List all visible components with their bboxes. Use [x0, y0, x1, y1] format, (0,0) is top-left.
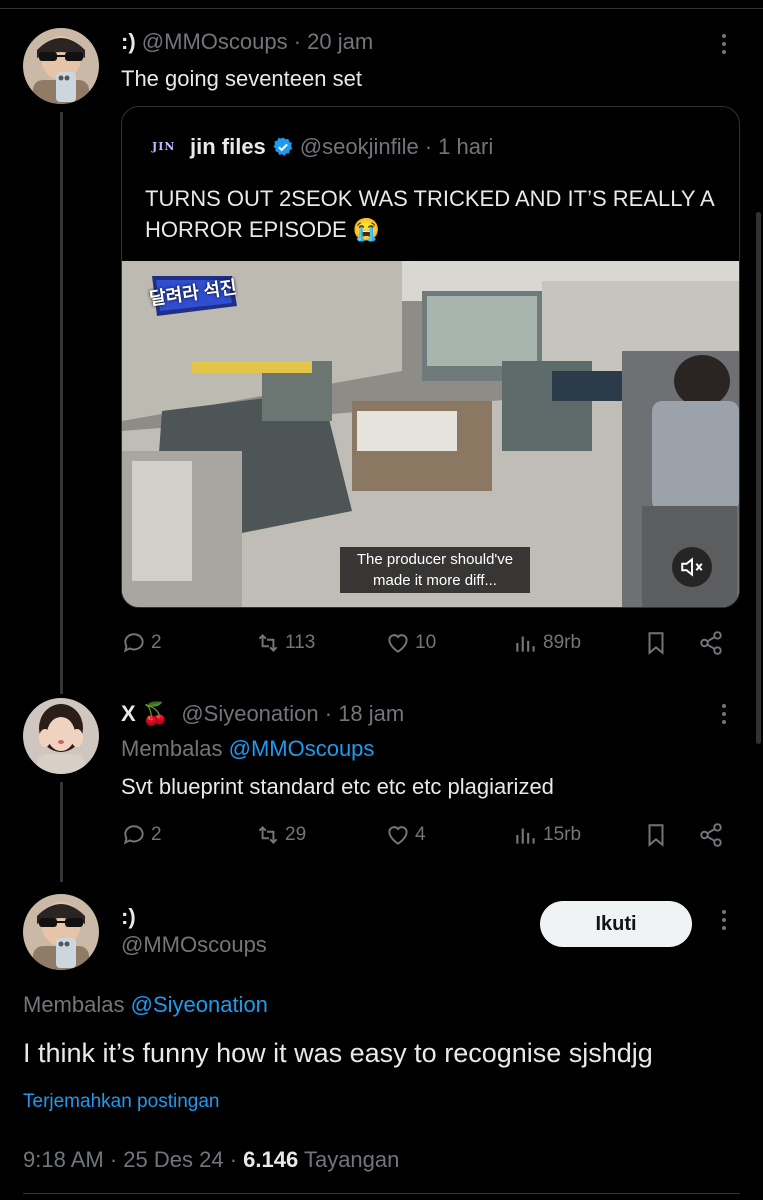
video-caption: The producer should've made it more diff… — [340, 547, 530, 593]
share-button[interactable] — [698, 630, 724, 656]
verified-badge-icon — [273, 137, 292, 156]
author-name[interactable]: :) — [121, 29, 136, 54]
author-name[interactable]: X 🍒 — [121, 701, 169, 726]
main-tweet-text: I think it’s funny how it was easy to re… — [23, 1038, 653, 1068]
views-count: 89rb — [543, 632, 582, 653]
like-count: 4 — [415, 824, 426, 845]
top-divider — [0, 8, 763, 9]
tweet2-text: Svt blueprint standard etc etc etc plagi… — [121, 774, 554, 799]
share-icon — [700, 631, 722, 655]
reply-icon — [123, 825, 144, 845]
repost-button[interactable]: 29 — [255, 822, 306, 848]
heart-icon — [388, 634, 408, 653]
views-count: 6.146 — [243, 1147, 299, 1172]
quote-time: · 1 hari — [424, 134, 494, 159]
repost-icon — [258, 826, 278, 844]
bookmark-button[interactable] — [643, 630, 669, 656]
views-button[interactable]: 89rb — [513, 630, 581, 656]
scrollbar[interactable] — [756, 212, 761, 744]
avatar-mmoscoups[interactable] — [23, 894, 99, 970]
avatar-image — [23, 28, 99, 104]
translate-post-link[interactable]: Terjemahkan postingan — [23, 1091, 219, 1113]
thread-line — [60, 782, 63, 882]
more-options-icon[interactable] — [720, 910, 728, 930]
post-time[interactable]: · 20 jam — [294, 29, 373, 54]
reply-count: 2 — [151, 824, 162, 845]
reply-count: 2 — [151, 632, 162, 653]
tweet1-text: The going seventeen set — [121, 66, 362, 91]
post-date[interactable]: 25 Des 24 — [123, 1147, 223, 1172]
avatar-image — [23, 894, 99, 970]
repost-button[interactable]: 113 — [255, 630, 315, 656]
quote-text: TURNS OUT 2SEOK WAS TRICKED AND IT’S REA… — [145, 186, 714, 242]
author-name[interactable]: :) — [121, 904, 136, 930]
share-icon — [700, 823, 722, 847]
replying-to: Membalas @Siyeonation — [23, 992, 268, 1018]
reply-button[interactable]: 2 — [121, 630, 162, 656]
views-label: Tayangan — [303, 1147, 400, 1172]
bookmark-button[interactable] — [643, 822, 669, 848]
avatar-siyeonation[interactable] — [23, 698, 99, 774]
mute-button[interactable] — [672, 547, 712, 587]
replying-handle-link[interactable]: @MMOscoups — [229, 736, 375, 761]
video-player[interactable]: 달려라 석진 The producer should've made it mo… — [122, 261, 739, 607]
like-count: 10 — [415, 632, 437, 653]
jin-logo: JIN — [152, 140, 176, 153]
speaker-muted-icon — [681, 557, 703, 577]
thread-line — [60, 112, 63, 694]
quote-author-name: jin files — [190, 134, 266, 159]
replying-label: Membalas — [121, 736, 223, 761]
post-meta: 9:18 AM · 25 Des 24 · 6.146 Tayangan — [23, 1147, 400, 1172]
views-button[interactable]: 15rb — [513, 822, 581, 848]
more-options-icon[interactable] — [720, 704, 728, 724]
author-handle[interactable]: @Siyeonation — [181, 701, 318, 726]
views-count: 15rb — [543, 824, 582, 845]
quote-author-handle: @seokjinfile — [299, 134, 419, 159]
like-button[interactable]: 4 — [385, 822, 426, 848]
reply-icon — [123, 633, 144, 653]
replying-handle-link[interactable]: @Siyeonation — [131, 992, 268, 1017]
replying-to: Membalas @MMOscoups — [121, 736, 374, 762]
quote-header: jin files @seokjinfile · 1 hari — [190, 134, 493, 160]
repost-count: 113 — [285, 632, 316, 653]
avatar-mmoscoups[interactable] — [23, 28, 99, 104]
follow-button[interactable]: Ikuti — [540, 901, 692, 947]
quote-card[interactable]: JIN jin files @seokjinfile · 1 hari TURN… — [121, 106, 740, 608]
avatar-image — [23, 698, 99, 774]
heart-icon — [388, 826, 408, 845]
bookmark-icon — [648, 632, 664, 655]
author-handle[interactable]: @MMOscoups — [142, 29, 288, 54]
bottom-divider — [23, 1193, 740, 1194]
repost-icon — [258, 634, 278, 652]
repost-count: 29 — [285, 824, 307, 845]
share-button[interactable] — [698, 822, 724, 848]
bookmark-icon — [648, 824, 664, 847]
more-options-icon[interactable] — [720, 34, 728, 54]
post-time[interactable]: 9:18 AM — [23, 1147, 104, 1172]
views-chart-icon — [516, 636, 535, 652]
tweet1-header: :) @MMOscoups · 20 jam — [121, 29, 373, 55]
tweet2-header: X 🍒 @Siyeonation · 18 jam — [121, 701, 404, 727]
replying-label: Membalas — [23, 992, 125, 1017]
post-time[interactable]: · 18 jam — [325, 701, 404, 726]
views-chart-icon — [516, 828, 535, 844]
reply-button[interactable]: 2 — [121, 822, 162, 848]
author-handle[interactable]: @MMOscoups — [121, 932, 267, 958]
like-button[interactable]: 10 — [385, 630, 436, 656]
